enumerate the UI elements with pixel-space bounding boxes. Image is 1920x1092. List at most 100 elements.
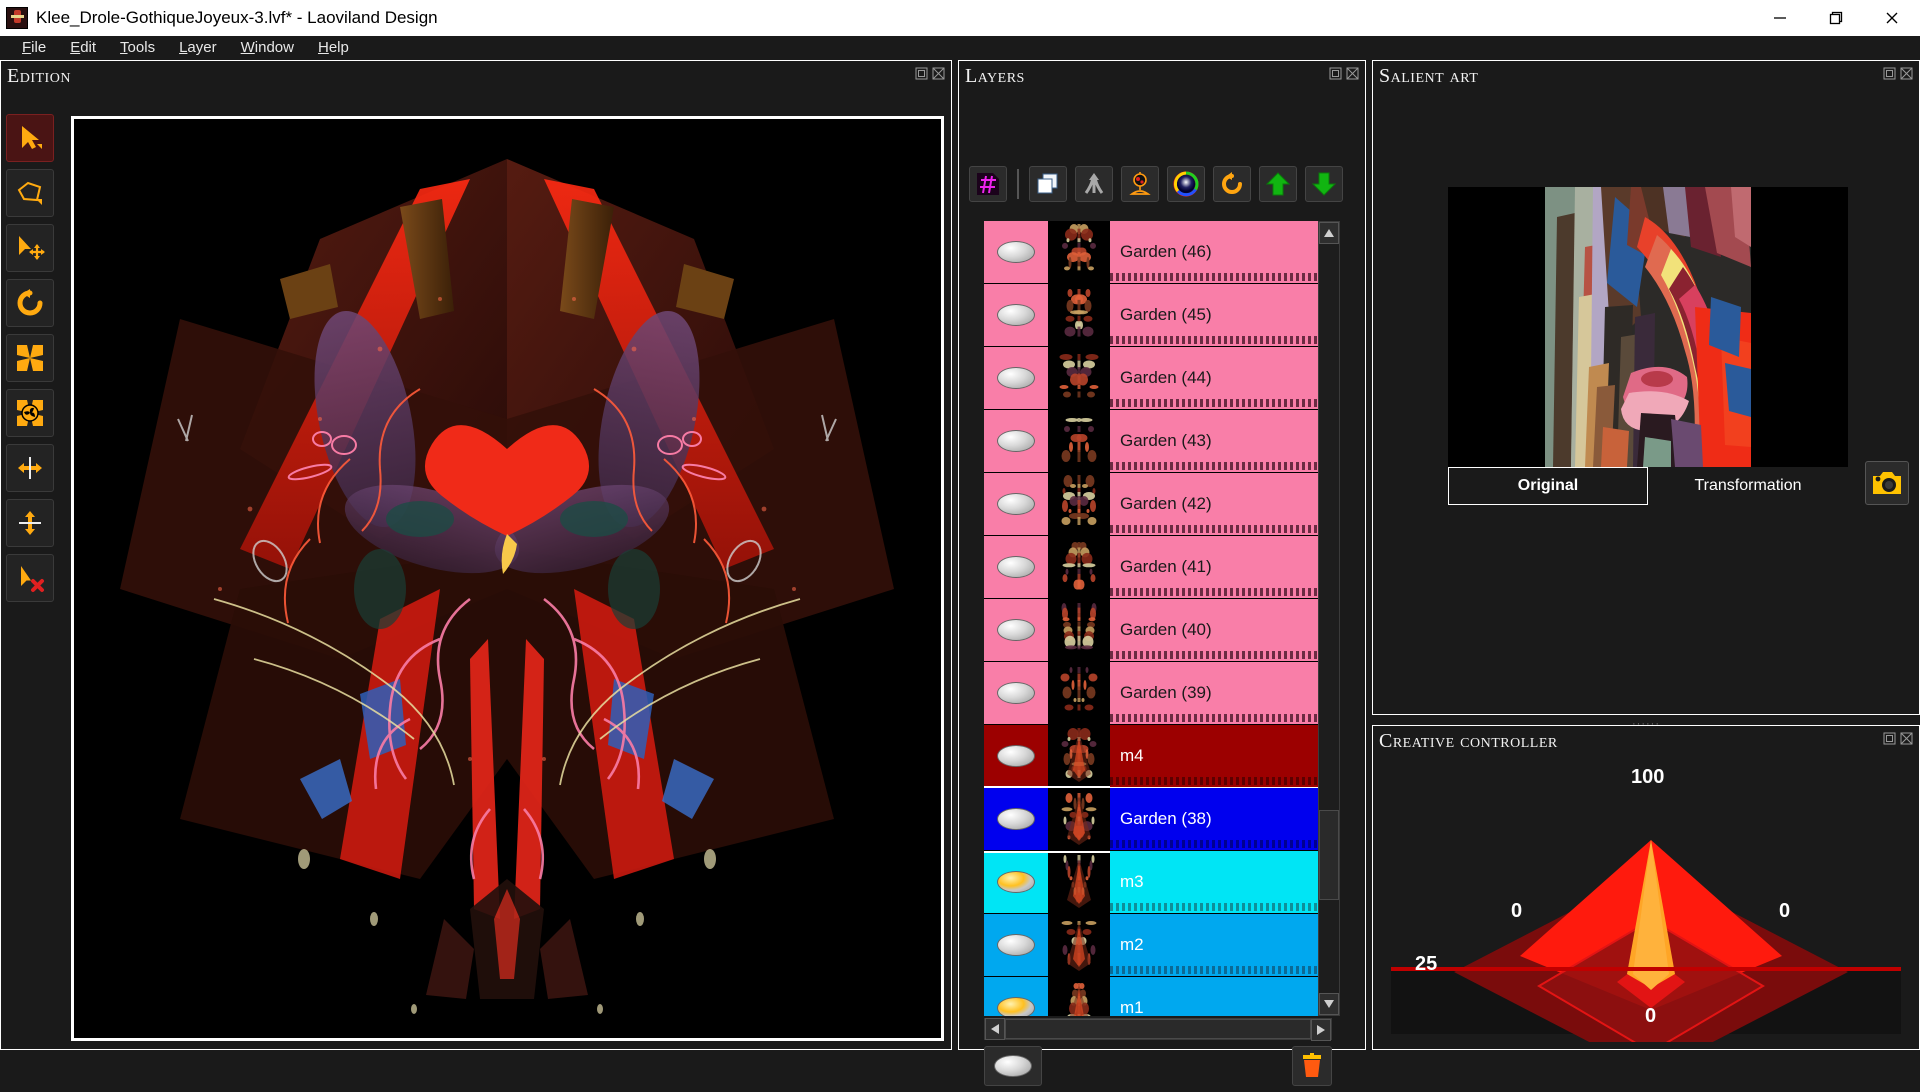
layer-name[interactable]: m4 [1110, 725, 1326, 787]
menu-layer[interactable]: Layer [167, 38, 229, 57]
layer-list-hscrollbar[interactable] [984, 1018, 1332, 1041]
layer-opacity-bar[interactable] [1110, 777, 1326, 785]
menu-edit[interactable]: Edit [58, 38, 108, 57]
salient-art-preview[interactable] [1448, 187, 1848, 467]
rotate-tool[interactable] [6, 279, 54, 327]
menu-help[interactable]: Help [306, 38, 361, 57]
layer-opacity-bar[interactable] [1110, 588, 1326, 596]
layer-row[interactable]: Garden (44) [984, 347, 1326, 410]
move-tool[interactable] [6, 224, 54, 272]
layer-name[interactable]: m2 [1110, 914, 1326, 976]
layer-name[interactable]: Garden (42) [1110, 473, 1326, 535]
tab-original[interactable]: Original [1448, 467, 1648, 505]
select-arrow-tool[interactable] [6, 114, 54, 162]
layer-list[interactable]: Garden (46) Garden (45) Garden (44) Garden … [984, 221, 1332, 1016]
layer-visibility-toggle[interactable] [984, 914, 1050, 976]
scroll-left-button[interactable] [985, 1018, 1005, 1040]
delete-layer-button[interactable] [1292, 1046, 1332, 1086]
layer-row[interactable]: Garden (45) [984, 284, 1326, 347]
toggle-all-visibility-button[interactable] [984, 1046, 1042, 1086]
close-button[interactable] [1864, 0, 1920, 36]
close-panel-icon[interactable] [932, 67, 945, 80]
layer-opacity-bar[interactable] [1110, 714, 1326, 722]
minimize-button[interactable] [1752, 0, 1808, 36]
layer-row[interactable]: m2 [984, 914, 1326, 977]
new-layer-button[interactable] [969, 166, 1007, 202]
layer-visibility-toggle[interactable] [984, 410, 1050, 472]
reset-layer-button[interactable] [1213, 166, 1251, 202]
layer-visibility-toggle[interactable] [984, 347, 1050, 409]
layer-name[interactable]: Garden (46) [1110, 221, 1326, 283]
layer-name[interactable]: Garden (43) [1110, 410, 1326, 472]
capture-snapshot-button[interactable] [1865, 461, 1909, 505]
menu-tools[interactable]: Tools [108, 38, 167, 57]
layer-row[interactable]: Garden (38) [984, 786, 1328, 853]
float-icon[interactable] [1883, 67, 1896, 80]
color-wheel-button[interactable] [1167, 166, 1205, 202]
layer-opacity-bar[interactable] [1110, 966, 1326, 974]
layer-name[interactable]: Garden (45) [1110, 284, 1326, 346]
layer-opacity-bar[interactable] [1110, 399, 1326, 407]
duplicate-layer-button[interactable] [1029, 166, 1067, 202]
tab-transformation[interactable]: Transformation [1648, 467, 1848, 505]
layer-visibility-toggle[interactable] [984, 284, 1050, 346]
move-layer-up-button[interactable] [1259, 166, 1297, 202]
layer-name[interactable]: m3 [1110, 851, 1326, 913]
layer-row[interactable]: m3 [984, 851, 1326, 914]
float-icon[interactable] [1883, 732, 1896, 745]
menu-file[interactable]: File [10, 38, 58, 57]
layer-visibility-toggle[interactable] [984, 977, 1050, 1016]
layer-name[interactable]: m1 [1110, 977, 1326, 1016]
layer-name[interactable]: Garden (38) [1110, 788, 1326, 850]
menu-window[interactable]: Window [229, 38, 306, 57]
polygon-lasso-tool[interactable] [6, 169, 54, 217]
layer-name[interactable]: Garden (44) [1110, 347, 1326, 409]
scroll-up-button[interactable] [1319, 222, 1339, 244]
layer-name[interactable]: Garden (40) [1110, 599, 1326, 661]
layer-visibility-toggle[interactable] [984, 221, 1050, 283]
close-panel-icon[interactable] [1900, 732, 1913, 745]
layer-name[interactable]: Garden (41) [1110, 536, 1326, 598]
close-panel-icon[interactable] [1900, 67, 1913, 80]
layer-list-vscrollbar[interactable] [1318, 221, 1340, 1016]
layer-row[interactable]: Garden (41) [984, 536, 1326, 599]
distort-tool[interactable] [6, 389, 54, 437]
layer-row[interactable]: Garden (42) [984, 473, 1326, 536]
layer-row[interactable]: m1 [984, 977, 1326, 1016]
layer-visibility-toggle[interactable] [984, 725, 1050, 787]
layer-visibility-toggle[interactable] [984, 662, 1050, 724]
layer-row[interactable]: Garden (43) [984, 410, 1326, 473]
layer-list-hscroll-thumb[interactable] [1005, 1019, 1311, 1039]
deselect-tool[interactable] [6, 554, 54, 602]
creative-controller-widget[interactable]: 100 0 0 0 25 [1383, 760, 1909, 1074]
layer-opacity-bar[interactable] [1110, 525, 1326, 533]
layer-visibility-toggle[interactable] [984, 851, 1050, 913]
layer-visibility-toggle[interactable] [984, 473, 1050, 535]
layer-opacity-bar[interactable] [1110, 336, 1326, 344]
layer-opacity-bar[interactable] [1110, 903, 1326, 911]
scale-tool[interactable] [6, 334, 54, 382]
float-icon[interactable] [915, 67, 928, 80]
layer-visibility-toggle[interactable] [984, 599, 1050, 661]
layer-name[interactable]: Garden (39) [1110, 662, 1326, 724]
flip-horizontal-tool[interactable] [6, 444, 54, 492]
layer-row[interactable]: Garden (46) [984, 221, 1326, 284]
layer-opacity-bar[interactable] [1110, 840, 1326, 848]
restore-button[interactable] [1808, 0, 1864, 36]
layer-opacity-bar[interactable] [1110, 651, 1326, 659]
edition-canvas[interactable] [71, 116, 944, 1041]
scroll-right-button[interactable] [1311, 1019, 1331, 1041]
layer-opacity-bar[interactable] [1110, 462, 1326, 470]
flip-vertical-tool[interactable] [6, 499, 54, 547]
scroll-down-button[interactable] [1319, 993, 1339, 1015]
close-panel-icon[interactable] [1346, 67, 1359, 80]
float-icon[interactable] [1329, 67, 1342, 80]
layer-row[interactable]: Garden (39) [984, 662, 1326, 725]
layer-visibility-toggle[interactable] [984, 788, 1050, 850]
layer-row[interactable]: Garden (40) [984, 599, 1326, 662]
creative-controller-chart[interactable] [1383, 760, 1909, 1074]
layer-opacity-bar[interactable] [1110, 273, 1326, 281]
move-layer-down-button[interactable] [1305, 166, 1343, 202]
layer-row[interactable]: m4 [984, 725, 1326, 788]
merge-layers-button[interactable] [1075, 166, 1113, 202]
